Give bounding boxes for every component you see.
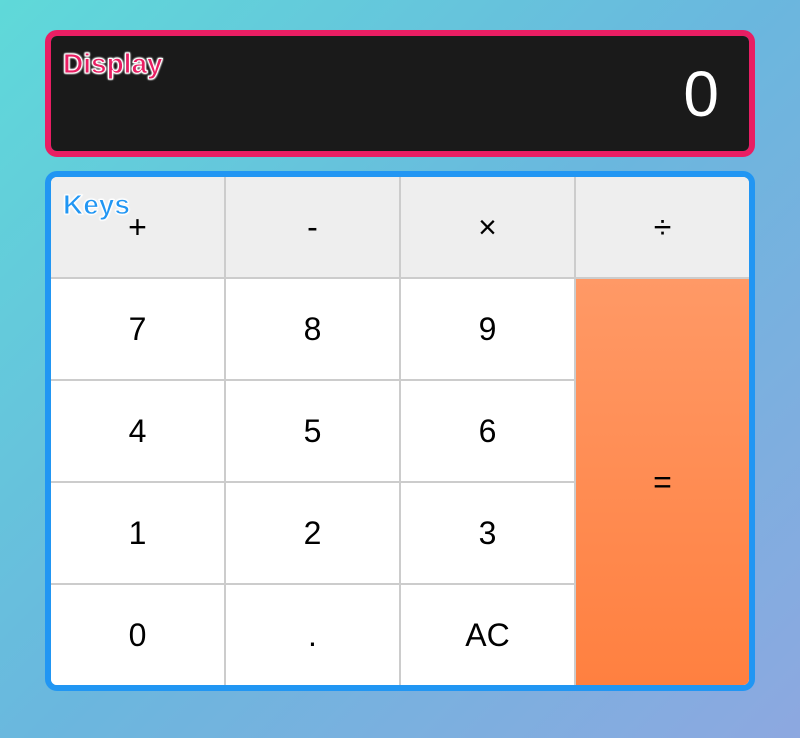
digit-3-button[interactable]: 3 xyxy=(401,483,574,583)
multiply-button[interactable]: × xyxy=(401,177,574,277)
keys-grid: + - × ÷ 7 8 9 = 4 5 6 1 2 3 0 . AC xyxy=(51,177,749,685)
display-value: 0 xyxy=(51,36,749,151)
digit-5-button[interactable]: 5 xyxy=(226,381,399,481)
calculator: Display 0 Keys + - × ÷ 7 8 9 = 4 5 6 1 2… xyxy=(45,30,755,691)
digit-4-button[interactable]: 4 xyxy=(51,381,224,481)
digit-7-button[interactable]: 7 xyxy=(51,279,224,379)
subtract-button[interactable]: - xyxy=(226,177,399,277)
equals-button[interactable]: = xyxy=(576,279,749,685)
digit-8-button[interactable]: 8 xyxy=(226,279,399,379)
digit-6-button[interactable]: 6 xyxy=(401,381,574,481)
decimal-button[interactable]: . xyxy=(226,585,399,685)
digit-9-button[interactable]: 9 xyxy=(401,279,574,379)
digit-2-button[interactable]: 2 xyxy=(226,483,399,583)
add-button[interactable]: + xyxy=(51,177,224,277)
digit-1-button[interactable]: 1 xyxy=(51,483,224,583)
divide-button[interactable]: ÷ xyxy=(576,177,749,277)
clear-button[interactable]: AC xyxy=(401,585,574,685)
display-section: Display 0 xyxy=(45,30,755,157)
keys-section: Keys + - × ÷ 7 8 9 = 4 5 6 1 2 3 0 . AC xyxy=(45,171,755,691)
digit-0-button[interactable]: 0 xyxy=(51,585,224,685)
